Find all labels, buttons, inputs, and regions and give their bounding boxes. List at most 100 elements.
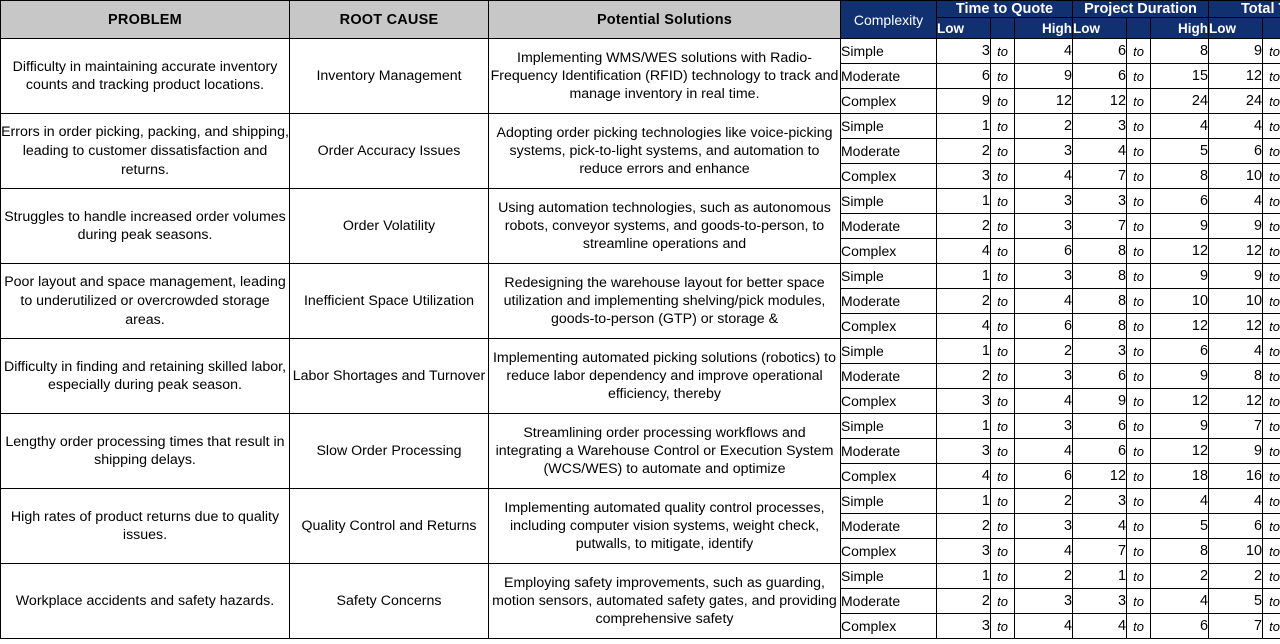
cell-quote-low: 1 xyxy=(936,113,991,140)
cell-total-to-label: to xyxy=(1262,263,1280,290)
cell-total-to-label: to xyxy=(1262,538,1280,565)
cell-complexity: Simple xyxy=(840,563,937,590)
cell-total-low: 10 xyxy=(1208,538,1264,565)
cell-total-low: 4 xyxy=(1208,188,1264,215)
column-header-root-cause: ROOT CAUSE xyxy=(289,0,489,40)
subheader-total-spacer xyxy=(1262,17,1280,40)
cell-quote-high: 3 xyxy=(1013,213,1074,240)
cell-quote-high: 4 xyxy=(1013,538,1074,565)
cell-problem: High rates of product returns due to qua… xyxy=(0,488,290,565)
subheader-quote-high: High xyxy=(1013,17,1074,40)
cell-total-low: 7 xyxy=(1208,413,1264,440)
cell-quote-high: 4 xyxy=(1013,388,1074,415)
cell-duration-low: 7 xyxy=(1072,163,1128,190)
cell-quote-to-label: to xyxy=(990,363,1015,390)
cell-solution: Adopting order picking technologies like… xyxy=(488,113,841,190)
cell-duration-to-label: to xyxy=(1126,488,1152,515)
cell-duration-low: 8 xyxy=(1072,313,1128,340)
table-row: Difficulty in maintaining accurate inven… xyxy=(0,38,1280,115)
cell-total-to-label: to xyxy=(1262,488,1280,515)
subheader-quote-spacer xyxy=(990,17,1015,40)
cell-duration-high: 15 xyxy=(1150,63,1210,90)
cell-quote-low: 1 xyxy=(936,563,991,590)
cell-quote-low: 3 xyxy=(936,613,991,640)
subheader-duration-spacer xyxy=(1126,17,1152,40)
cell-total-to-label: to xyxy=(1262,163,1280,190)
cell-duration-to-label: to xyxy=(1126,288,1152,315)
cell-duration-to-label: to xyxy=(1126,363,1152,390)
cell-complexity: Complex xyxy=(840,163,937,190)
cell-total-to-label: to xyxy=(1262,438,1280,465)
cell-duration-to-label: to xyxy=(1126,88,1152,115)
cell-duration-low: 8 xyxy=(1072,263,1128,290)
column-group-header-time-to-quote: Time to Quote xyxy=(935,0,1074,19)
cell-duration-high: 2 xyxy=(1150,563,1210,590)
cell-complexity: Complex xyxy=(840,88,937,115)
cell-duration-low: 8 xyxy=(1072,238,1128,265)
cell-quote-high: 4 xyxy=(1013,438,1074,465)
cell-problem: Struggles to handle increased order volu… xyxy=(0,188,290,265)
cell-complexity: Complex xyxy=(840,538,937,565)
cell-quote-high: 4 xyxy=(1013,613,1074,640)
cell-total-low: 9 xyxy=(1208,263,1264,290)
cell-quote-high: 3 xyxy=(1013,513,1074,540)
cell-complexity: Moderate xyxy=(840,63,937,90)
cell-duration-to-label: to xyxy=(1126,188,1152,215)
cell-total-low: 16 xyxy=(1208,463,1264,490)
cell-quote-to-label: to xyxy=(990,63,1015,90)
cell-quote-to-label: to xyxy=(990,213,1015,240)
cell-quote-low: 3 xyxy=(936,538,991,565)
cell-solution: Redesigning the warehouse layout for bet… xyxy=(488,263,841,340)
column-header-problem: PROBLEM xyxy=(0,0,290,40)
cell-total-to-label: to xyxy=(1262,313,1280,340)
cell-quote-high: 2 xyxy=(1013,488,1074,515)
cell-duration-high: 6 xyxy=(1150,338,1210,365)
cell-total-to-label: to xyxy=(1262,213,1280,240)
cell-duration-to-label: to xyxy=(1126,138,1152,165)
cell-quote-to-label: to xyxy=(990,113,1015,140)
cell-complexity: Complex xyxy=(840,463,937,490)
cell-total-to-label: to xyxy=(1262,613,1280,640)
cell-complexity: Simple xyxy=(840,263,937,290)
cell-quote-high: 3 xyxy=(1013,138,1074,165)
cell-total-low: 9 xyxy=(1208,438,1264,465)
cell-duration-low: 1 xyxy=(1072,563,1128,590)
subheader-total-low: Low xyxy=(1208,17,1264,40)
subheader-duration-low: Low xyxy=(1072,17,1128,40)
cell-quote-low: 1 xyxy=(936,338,991,365)
cell-duration-to-label: to xyxy=(1126,338,1152,365)
cell-quote-low: 2 xyxy=(936,138,991,165)
cell-total-low: 4 xyxy=(1208,113,1264,140)
cell-duration-to-label: to xyxy=(1126,563,1152,590)
cell-quote-to-label: to xyxy=(990,438,1015,465)
cell-problem: Poor layout and space management, leadin… xyxy=(0,263,290,340)
cell-total-low: 12 xyxy=(1208,388,1264,415)
cell-duration-to-label: to xyxy=(1126,113,1152,140)
cell-duration-to-label: to xyxy=(1126,213,1152,240)
cell-duration-high: 12 xyxy=(1150,438,1210,465)
cell-quote-to-label: to xyxy=(990,413,1015,440)
cell-duration-low: 6 xyxy=(1072,363,1128,390)
header-row-groups: PROBLEM ROOT CAUSE Potential Solutions C… xyxy=(0,0,1280,40)
cell-quote-to-label: to xyxy=(990,513,1015,540)
cell-problem: Lengthy order processing times that resu… xyxy=(0,413,290,490)
cell-total-to-label: to xyxy=(1262,288,1280,315)
cell-quote-high: 3 xyxy=(1013,363,1074,390)
cell-quote-to-label: to xyxy=(990,313,1015,340)
cell-complexity: Moderate xyxy=(840,513,937,540)
cell-duration-high: 4 xyxy=(1150,488,1210,515)
cell-quote-to-label: to xyxy=(990,463,1015,490)
cell-quote-low: 3 xyxy=(936,388,991,415)
cell-duration-high: 9 xyxy=(1150,413,1210,440)
cell-total-low: 6 xyxy=(1208,138,1264,165)
cell-quote-low: 9 xyxy=(936,88,991,115)
cell-solution: Employing safety improvements, such as g… xyxy=(488,563,841,640)
table-row: Lengthy order processing times that resu… xyxy=(0,413,1280,490)
cell-total-low: 24 xyxy=(1208,88,1264,115)
subheader-duration-high: High xyxy=(1150,17,1210,40)
column-group-header-total-time: Total Time xyxy=(1208,0,1280,19)
cell-duration-high: 12 xyxy=(1150,313,1210,340)
cell-duration-low: 4 xyxy=(1072,513,1128,540)
cell-quote-low: 1 xyxy=(936,413,991,440)
cell-total-to-label: to xyxy=(1262,188,1280,215)
